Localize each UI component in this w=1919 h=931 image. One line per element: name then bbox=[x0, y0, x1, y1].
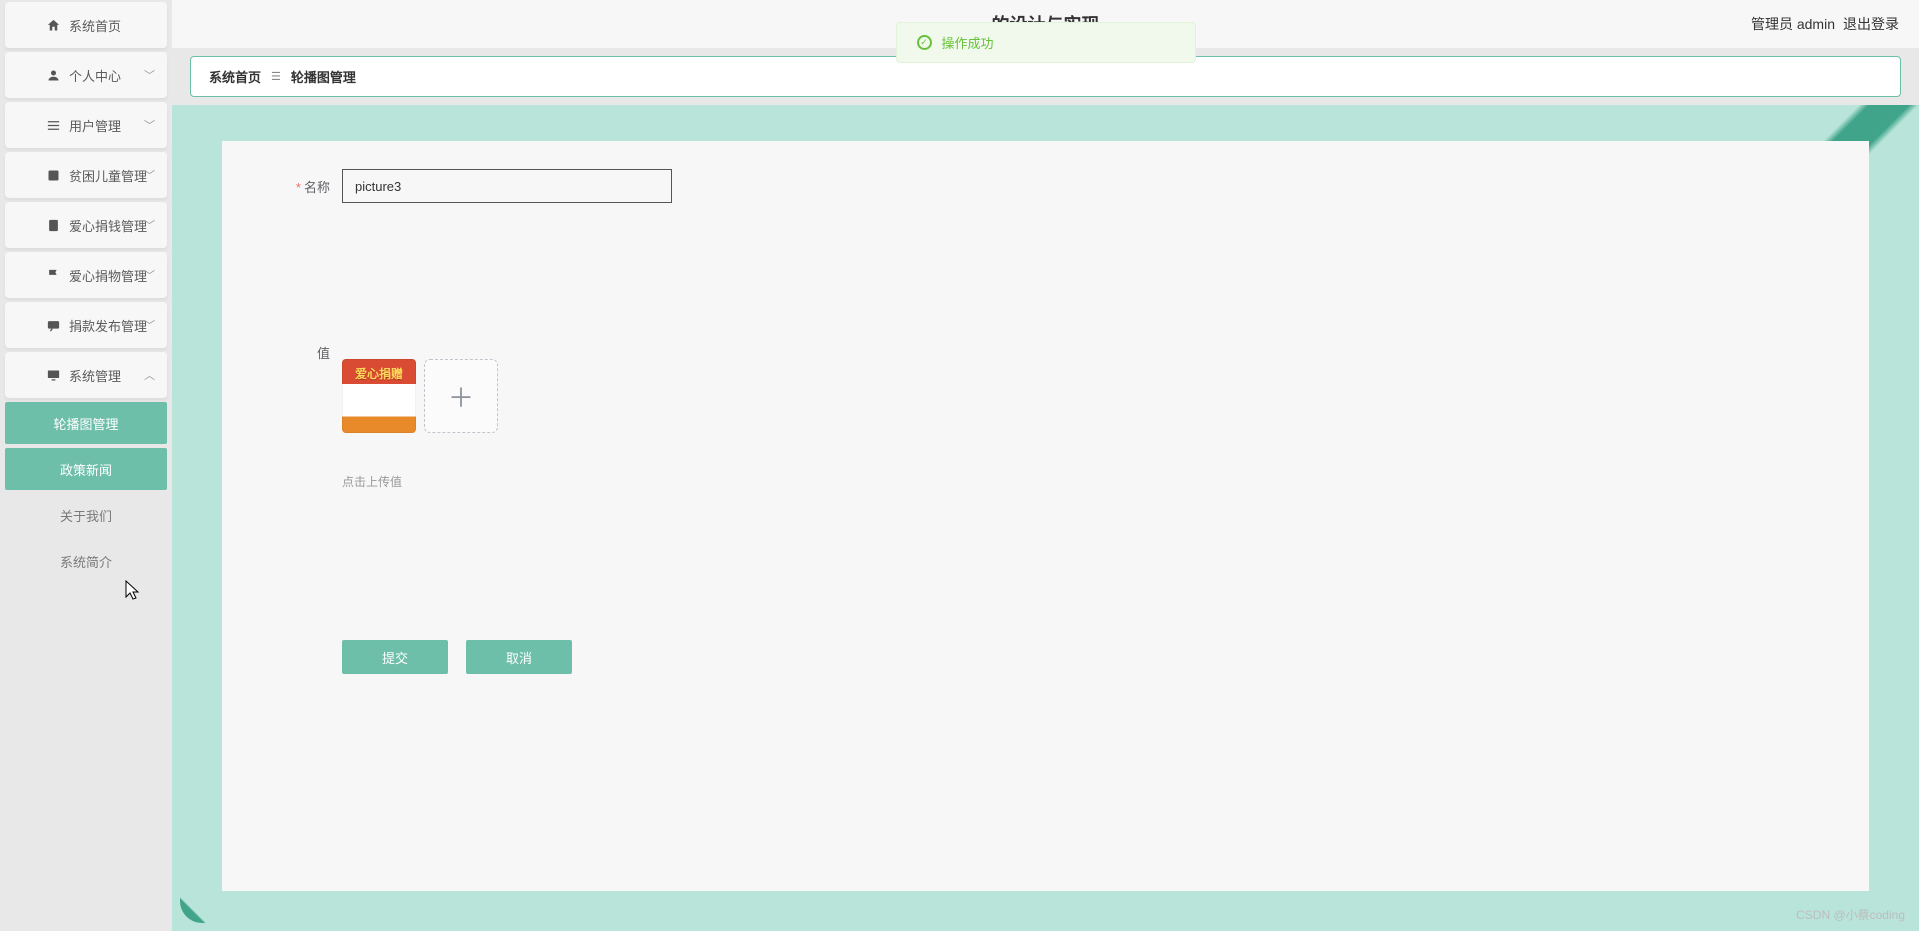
flag-icon bbox=[45, 268, 61, 283]
name-label: *名称 bbox=[252, 177, 342, 196]
uploaded-thumbnail[interactable]: 爱心捐赠 bbox=[342, 359, 416, 433]
value-label: 值 bbox=[252, 343, 342, 362]
sidebar: 系统首页 个人中心 ﹀ 用户管理 ﹀ 贫困儿童管理 ﹀ bbox=[0, 0, 172, 931]
sidebar-item-label: 系统首页 bbox=[69, 16, 121, 35]
chevron-down-icon: ﹀ bbox=[144, 117, 155, 133]
user-icon bbox=[45, 68, 61, 83]
home-icon bbox=[45, 18, 61, 33]
header-right: 管理员 admin 退出登录 bbox=[1751, 14, 1899, 34]
sidebar-item-love-goods[interactable]: 爱心捐物管理 ﹀ bbox=[5, 252, 167, 298]
admin-label[interactable]: 管理员 admin bbox=[1751, 14, 1835, 34]
money-icon bbox=[45, 218, 61, 233]
sidebar-sub-label: 轮播图管理 bbox=[53, 414, 118, 433]
sidebar-item-love-money[interactable]: 爱心捐钱管理 ﹀ bbox=[5, 202, 167, 248]
chevron-down-icon: ﹀ bbox=[144, 67, 155, 83]
sidebar-item-home[interactable]: 系统首页 bbox=[5, 2, 167, 48]
toast-success: ✓ 操作成功 bbox=[896, 22, 1196, 63]
logout-link[interactable]: 退出登录 bbox=[1843, 14, 1899, 34]
sidebar-sub-about-us[interactable]: 关于我们 bbox=[5, 494, 167, 536]
sidebar-item-label: 用户管理 bbox=[69, 116, 121, 135]
chevron-down-icon: ﹀ bbox=[144, 267, 155, 283]
button-row: 提交 取消 bbox=[342, 640, 1839, 674]
sidebar-sub-sys-intro[interactable]: 系统简介 bbox=[5, 540, 167, 582]
content-card: *名称 值 爱心捐赠 ＋ bbox=[222, 141, 1869, 891]
message-icon bbox=[45, 318, 61, 333]
form-row-value: 值 爱心捐赠 ＋ 点击上传值 bbox=[252, 343, 1839, 490]
required-mark: * bbox=[296, 180, 301, 195]
sidebar-item-label: 个人中心 bbox=[69, 66, 121, 85]
sidebar-item-personal[interactable]: 个人中心 ﹀ bbox=[5, 52, 167, 98]
toast-text: 操作成功 bbox=[942, 33, 994, 52]
check-icon: ✓ bbox=[917, 35, 932, 50]
sidebar-item-poor-children[interactable]: 贫困儿童管理 ﹀ bbox=[5, 152, 167, 198]
form-row-name: *名称 bbox=[252, 169, 1839, 203]
sidebar-item-label: 贫困儿童管理 bbox=[69, 166, 147, 185]
breadcrumb-home[interactable]: 系统首页 bbox=[209, 67, 261, 86]
chevron-up-icon: ︿ bbox=[144, 367, 155, 383]
sidebar-sub-label: 关于我们 bbox=[60, 506, 112, 525]
upload-hint: 点击上传值 bbox=[342, 473, 498, 490]
sidebar-item-sys-mgmt[interactable]: 系统管理 ︿ bbox=[5, 352, 167, 398]
sidebar-item-label: 爱心捐物管理 bbox=[69, 266, 147, 285]
submit-button[interactable]: 提交 bbox=[342, 640, 448, 674]
chevron-down-icon: ﹀ bbox=[144, 217, 155, 233]
child-icon bbox=[45, 168, 61, 183]
breadcrumb-current: 轮播图管理 bbox=[291, 67, 356, 86]
list-icon bbox=[45, 118, 61, 133]
chevron-down-icon: ﹀ bbox=[144, 167, 155, 183]
sidebar-item-user-mgmt[interactable]: 用户管理 ﹀ bbox=[5, 102, 167, 148]
thumb-caption: 爱心捐赠 bbox=[342, 365, 416, 382]
sidebar-sub-label: 系统简介 bbox=[60, 552, 112, 571]
sidebar-sub-label: 政策新闻 bbox=[60, 460, 112, 479]
breadcrumb-separator-icon: ☰ bbox=[271, 70, 281, 83]
stage: *名称 值 爱心捐赠 ＋ bbox=[172, 105, 1919, 931]
sidebar-item-label: 系统管理 bbox=[69, 366, 121, 385]
sidebar-sub-carousel[interactable]: 轮播图管理 bbox=[5, 402, 167, 444]
chevron-down-icon: ﹀ bbox=[144, 317, 155, 333]
name-input[interactable] bbox=[342, 169, 672, 203]
sidebar-item-label: 爱心捐钱管理 bbox=[69, 216, 147, 235]
plus-icon: ＋ bbox=[448, 378, 474, 415]
sidebar-sub-policy-news[interactable]: 政策新闻 bbox=[5, 448, 167, 490]
upload-add-button[interactable]: ＋ bbox=[424, 359, 498, 433]
value-block: 爱心捐赠 ＋ 点击上传值 bbox=[342, 343, 498, 490]
cancel-button[interactable]: 取消 bbox=[466, 640, 572, 674]
monitor-icon bbox=[45, 368, 61, 383]
header: 的设计与实现 管理员 admin 退出登录 ✓ 操作成功 bbox=[172, 0, 1919, 48]
sidebar-item-donate-pub[interactable]: 捐款发布管理 ﹀ bbox=[5, 302, 167, 348]
upload-row: 爱心捐赠 ＋ bbox=[342, 359, 498, 433]
watermark: CSDN @小蔡coding bbox=[1796, 906, 1905, 923]
main-area: 的设计与实现 管理员 admin 退出登录 ✓ 操作成功 系统首页 ☰ 轮播图管… bbox=[172, 0, 1919, 931]
sidebar-item-label: 捐款发布管理 bbox=[69, 316, 147, 335]
